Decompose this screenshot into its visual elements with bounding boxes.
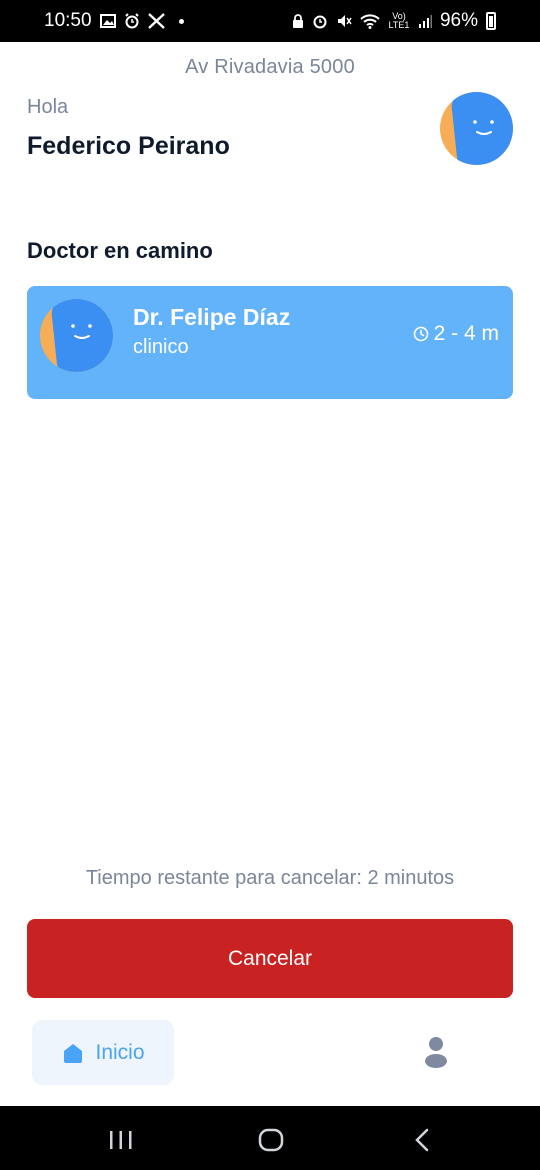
notification-dot-icon (178, 18, 184, 24)
status-bar-right: Vo) LTE1 96% (292, 10, 496, 32)
status-bar-left: 10:50 (44, 10, 184, 32)
mute-icon (336, 13, 352, 29)
doctor-name: Dr. Felipe Díaz (133, 304, 291, 330)
back-icon[interactable] (412, 1128, 432, 1157)
x-logo-icon (147, 13, 165, 29)
doctor-specialty: clinico (133, 336, 189, 358)
gallery-icon (99, 14, 116, 28)
battery-icon (486, 12, 496, 30)
alarm-icon (124, 13, 140, 29)
current-address[interactable]: Av Rivadavia 5000 (0, 56, 540, 79)
home-circle-icon[interactable] (258, 1128, 284, 1157)
recent-apps-icon[interactable] (108, 1130, 134, 1155)
nav-home-label: Inicio (95, 1040, 145, 1064)
volte-icon: Vo) LTE1 (388, 12, 410, 30)
cancel-button[interactable]: Cancelar (27, 919, 513, 998)
cancel-time-remaining: Tiempo restante para cancelar: 2 minutos (85, 867, 455, 889)
status-time: 10:50 (44, 10, 92, 31)
bottom-nav: Inicio (0, 1012, 540, 1106)
user-name: Federico Peirano (27, 132, 230, 160)
profile-icon (425, 1037, 447, 1068)
clock-icon (413, 326, 428, 342)
doctor-avatar-face-icon (40, 299, 113, 372)
lock-icon (292, 13, 304, 29)
avatar-face-icon (440, 92, 513, 165)
wifi-icon (360, 13, 380, 29)
doctor-card[interactable]: Dr. Felipe Díaz clinico 2 - 4 m (27, 286, 513, 399)
doctor-avatar (40, 299, 113, 372)
network-label: Vo) LTE1 (388, 11, 410, 30)
home-icon (64, 1043, 83, 1063)
battery-percent: 96% (439, 10, 478, 31)
section-title: Doctor en camino (27, 238, 213, 263)
alarm-icon (312, 13, 328, 29)
system-navigation-bar (0, 1106, 540, 1170)
eta-text: 2 - 4 m (433, 322, 499, 345)
user-avatar[interactable] (440, 92, 513, 165)
nav-home-tab[interactable]: Inicio (32, 1020, 174, 1085)
eta: 2 - 4 m (413, 322, 499, 346)
signal-icon (418, 14, 432, 28)
greeting-text: Hola (27, 96, 69, 118)
nav-profile-tab[interactable] (422, 1036, 450, 1068)
status-bar: 10:50 Vo) LTE1 96% (0, 0, 540, 42)
